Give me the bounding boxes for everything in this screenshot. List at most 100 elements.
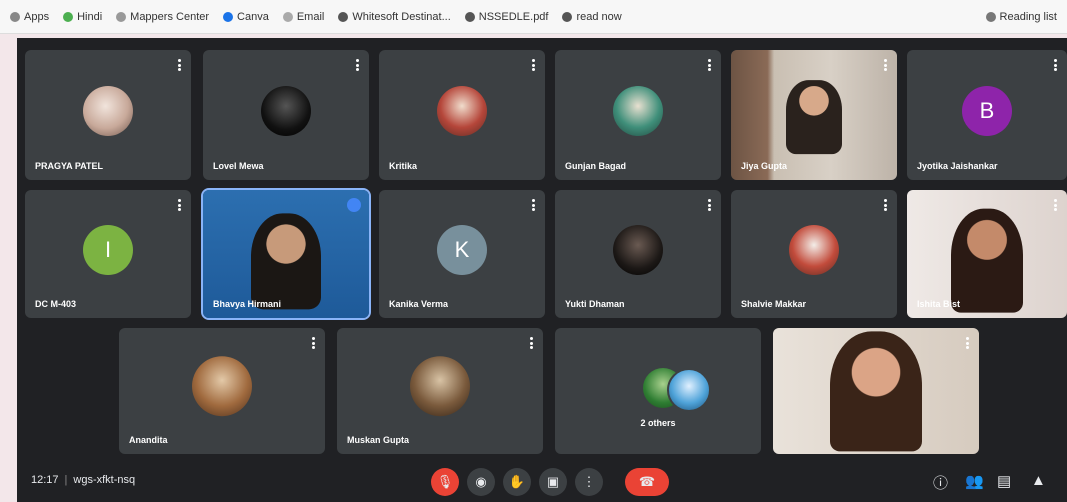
bookmark-icon [464, 11, 475, 22]
participant-name: Jiya Gupta [741, 161, 788, 171]
avatar [192, 356, 252, 417]
bookmark-label: Canva [237, 10, 269, 23]
participant-name: DC M-403 [35, 299, 77, 309]
more-options-icon[interactable] [529, 337, 533, 349]
participant-tile[interactable]: Muskan Gupta [337, 328, 543, 454]
bookmark-icon [338, 11, 349, 22]
participant-tile[interactable]: PRAGYA PATEL [25, 50, 191, 180]
activities-icon[interactable]: ▲ [1031, 472, 1046, 489]
participant-name: Jyotika Jaishankar [917, 161, 998, 171]
bookmark-label: Apps [24, 10, 50, 23]
avatar [667, 368, 711, 412]
bookmark-item[interactable]: Whitesoft Destinat... [338, 10, 451, 23]
more-options-icon[interactable] [883, 199, 887, 211]
bookmark-item[interactable]: read now [562, 10, 622, 23]
participant-tile[interactable]: 2 others [555, 328, 761, 454]
present-button[interactable]: ▣ [539, 468, 567, 496]
bookmark-label: Email [296, 10, 325, 23]
meeting-code: wgs-xfkt-nsq [73, 474, 136, 486]
bookmark-item[interactable]: Mappers Center [116, 11, 209, 23]
bookmark-label: read now [576, 10, 622, 23]
more-options-icon[interactable] [177, 59, 181, 71]
participant-tile[interactable]: I DC M-403 [25, 190, 191, 318]
avatar [410, 356, 470, 417]
bookmarks-bar: Apps Hindi Mappers Center Canva Email Wh… [0, 0, 1067, 34]
participant-tile[interactable]: Gunjan Bagad [555, 50, 721, 180]
bookmark-icon [223, 11, 234, 22]
participant-tile[interactable]: Yukti Dhaman [555, 190, 721, 318]
end-call-button[interactable]: ☎ [625, 468, 669, 496]
bookmark-icon [562, 11, 573, 22]
bookmark-label: NSSEDLE.pdf [478, 10, 549, 23]
end-call-icon: ☎ [638, 474, 656, 489]
participant-name: PRAGYA PATEL [35, 161, 104, 171]
present-icon: ▣ [546, 474, 560, 489]
participant-name: Yukti Dhaman [565, 299, 625, 309]
more-options-icon[interactable] [311, 337, 315, 349]
participant-name: Muskan Gupta [347, 435, 410, 445]
chat-icon[interactable]: ▤ [997, 472, 1011, 490]
participant-tile[interactable] [773, 328, 979, 454]
bookmark-label: Hindi [77, 10, 103, 23]
more-options-icon[interactable] [707, 199, 711, 211]
reading-list-label: Reading list [999, 10, 1057, 23]
avatar [83, 86, 133, 136]
meeting-toolbar: 12:17 | wgs-xfkt-nsq 🎙 ◉ ✋ ▣ ⋮ ☎ ⓘ 👥 ▤ ▲ [17, 462, 1067, 502]
participant-name: Gunjan Bagad [565, 161, 627, 171]
bookmark-item[interactable]: NSSEDLE.pdf [464, 10, 549, 23]
bookmark-item[interactable]: Hindi [63, 11, 102, 23]
reading-list-icon [985, 11, 996, 22]
mic-off-icon: 🎙 [436, 474, 454, 489]
mic-toggle-button[interactable]: 🎙 [431, 468, 459, 496]
bookmark-label: Whitesoft Destinat... [352, 10, 451, 23]
more-options-icon[interactable] [531, 199, 535, 211]
meeting-info: 12:17 | wgs-xfkt-nsq [31, 474, 135, 486]
participant-tile[interactable]: Bhavya Hirmani [201, 188, 371, 320]
people-icon[interactable]: 👥 [965, 472, 984, 490]
participant-name: Kritika [389, 161, 418, 171]
avatar [261, 86, 311, 136]
more-options-icon[interactable] [883, 59, 887, 71]
participant-tile[interactable]: K Kanika Verma [379, 190, 545, 318]
participant-tile[interactable]: Lovel Mewa [203, 50, 369, 180]
camera-icon: ◉ [475, 474, 487, 489]
participant-tile[interactable]: B Jyotika Jaishankar [907, 50, 1067, 180]
participant-name: Kanika Verma [389, 299, 449, 309]
more-options-icon[interactable] [355, 59, 359, 71]
participant-name: Anandita [129, 435, 168, 445]
avatar [613, 86, 663, 136]
more-options-icon[interactable] [1053, 59, 1057, 71]
participant-tile[interactable]: Ishita Bist [907, 190, 1067, 318]
participant-tile[interactable]: Kritika [379, 50, 545, 180]
participant-figure [830, 331, 922, 452]
meeting-time: 12:17 [31, 474, 59, 486]
bookmark-icon [63, 11, 74, 22]
camera-toggle-button[interactable]: ◉ [467, 468, 495, 496]
avatar [613, 225, 663, 275]
participant-name: Shalvie Makkar [741, 299, 807, 309]
raise-hand-button[interactable]: ✋ [503, 468, 531, 496]
bookmark-item[interactable]: Email [282, 10, 325, 23]
bookmark-label: Mappers Center [130, 10, 210, 23]
participant-name: Lovel Mewa [213, 161, 264, 171]
apps-icon [10, 11, 20, 22]
participant-tile[interactable]: Anandita [119, 328, 325, 454]
avatar-letter: I [104, 237, 112, 262]
avatar-letter: B [979, 98, 995, 123]
bookmark-icon [116, 11, 127, 22]
more-options-icon[interactable] [965, 337, 969, 349]
more-options-icon[interactable] [531, 59, 535, 71]
participant-tile[interactable]: Jiya Gupta [731, 50, 897, 180]
hand-icon: ✋ [508, 474, 526, 489]
reading-list-button[interactable]: Reading list [985, 10, 1057, 23]
more-options-icon[interactable] [1053, 199, 1057, 211]
info-icon[interactable]: ⓘ [933, 472, 948, 493]
bookmark-item[interactable]: Canva [223, 11, 269, 23]
participant-tile[interactable]: Shalvie Makkar [731, 190, 897, 318]
bookmark-item[interactable]: Apps [10, 11, 49, 23]
more-options-button[interactable]: ⋮ [575, 468, 603, 496]
meet-window: PRAGYA PATEL Lovel Mewa Kritika Gunjan B… [17, 38, 1067, 502]
more-options-icon[interactable] [177, 199, 181, 211]
avatar-letter: K [454, 237, 470, 262]
more-options-icon[interactable] [707, 59, 711, 71]
